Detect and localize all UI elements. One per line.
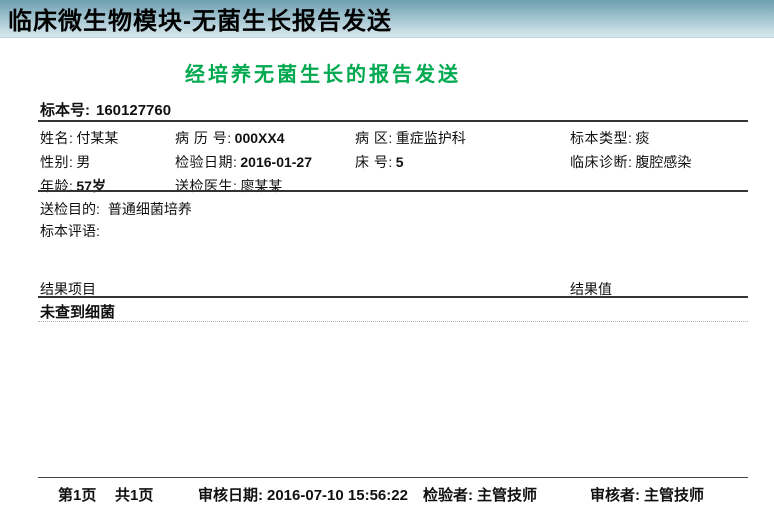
- field-bed-no: 床 号:5: [355, 152, 570, 172]
- report-window: 临床微生物模块-无菌生长报告发送 经培养无菌生长的报告发送 标本号:160127…: [0, 0, 774, 514]
- field-specimen-type-label: 标本类型:: [570, 130, 632, 146]
- field-ward-label: 病 区:: [355, 130, 393, 146]
- report-footer: 第1页 共1页 审核日期:2016-07-10 15:56:22 检验者:主管技…: [38, 484, 748, 504]
- field-bed-no-label: 床 号:: [355, 154, 393, 170]
- field-clinical-diagnosis-label: 临床诊断:: [570, 154, 632, 170]
- footer-review-date-label: 审核日期:: [198, 487, 263, 504]
- patient-info-grid: 姓名:付某某 病 历 号:000XX4 病 区:重症监护科 标本类型:痰 性别:…: [40, 126, 748, 198]
- footer-examiner-label: 检验者:: [423, 487, 473, 504]
- field-patient-name: 姓名:付某某: [40, 128, 175, 148]
- field-specimen-comment: 标本评语:: [40, 221, 100, 241]
- field-medical-record-no-label: 病 历 号:: [175, 130, 232, 146]
- field-age: 年龄:57岁: [40, 176, 175, 196]
- field-test-purpose-label: 送检目的:: [40, 201, 100, 217]
- footer-examiner-value: 主管技师: [477, 487, 537, 504]
- footer-reviewer-label: 审核者:: [590, 487, 640, 504]
- dotted-divider: [38, 321, 748, 322]
- footer-examiner: 检验者:主管技师: [423, 484, 537, 505]
- footer-reviewer-value: 主管技师: [644, 487, 704, 504]
- footer-page-number: 第1页: [58, 484, 96, 505]
- specimen-number-value: 160127760: [96, 102, 171, 119]
- field-medical-record-no-value: 000XX4: [235, 130, 285, 146]
- field-test-purpose-value: 普通细菌培养: [108, 201, 192, 217]
- divider-under-results-header: [38, 296, 748, 298]
- footer-review-date: 审核日期:2016-07-10 15:56:22: [198, 484, 408, 505]
- field-test-date: 检验日期:2016-01-27: [175, 152, 355, 172]
- field-gender-label: 性别:: [40, 154, 73, 170]
- footer-total-pages: 共1页: [115, 484, 153, 505]
- field-medical-record-no: 病 历 号:000XX4: [175, 128, 355, 148]
- report-body: 标本号: 160127760 姓名:付某某 病 历 号:000XX4 病 区:重症…: [38, 0, 748, 514]
- field-gender: 性别:男: [40, 152, 175, 172]
- field-specimen-type: 标本类型:痰: [570, 128, 748, 148]
- field-gender-value: 男: [76, 154, 90, 170]
- field-ward: 病 区:重症监护科: [355, 128, 570, 148]
- divider-under-specimen: [38, 120, 748, 122]
- field-clinical-diagnosis-value: 腹腔感染: [635, 154, 691, 170]
- field-ward-value: 重症监护科: [396, 130, 466, 146]
- footer-review-date-value: 2016-07-10 15:56:22: [267, 487, 408, 504]
- field-patient-name-value: 付某某: [76, 130, 118, 146]
- footer-reviewer: 审核者:主管技师: [590, 484, 704, 505]
- field-test-date-value: 2016-01-27: [240, 154, 312, 170]
- specimen-number-label: 标本号:: [40, 102, 90, 119]
- field-bed-no-value: 5: [396, 154, 404, 170]
- divider-under-patient-info: [38, 190, 748, 192]
- field-specimen-type-value: 痰: [635, 130, 649, 146]
- divider-above-footer: [38, 477, 748, 478]
- field-patient-name-label: 姓名:: [40, 130, 73, 146]
- field-clinical-diagnosis: 临床诊断:腹腔感染: [570, 152, 748, 172]
- result-row: 未查到细菌: [40, 301, 115, 322]
- specimen-number-row: 标本号: 160127760: [40, 99, 171, 120]
- result-item: 未查到细菌: [40, 304, 115, 321]
- field-test-date-label: 检验日期:: [175, 154, 237, 170]
- field-specimen-comment-label: 标本评语:: [40, 223, 100, 239]
- field-sending-doctor: 送检医生:廖某某: [175, 176, 355, 196]
- field-test-purpose: 送检目的: 普通细菌培养: [40, 199, 192, 219]
